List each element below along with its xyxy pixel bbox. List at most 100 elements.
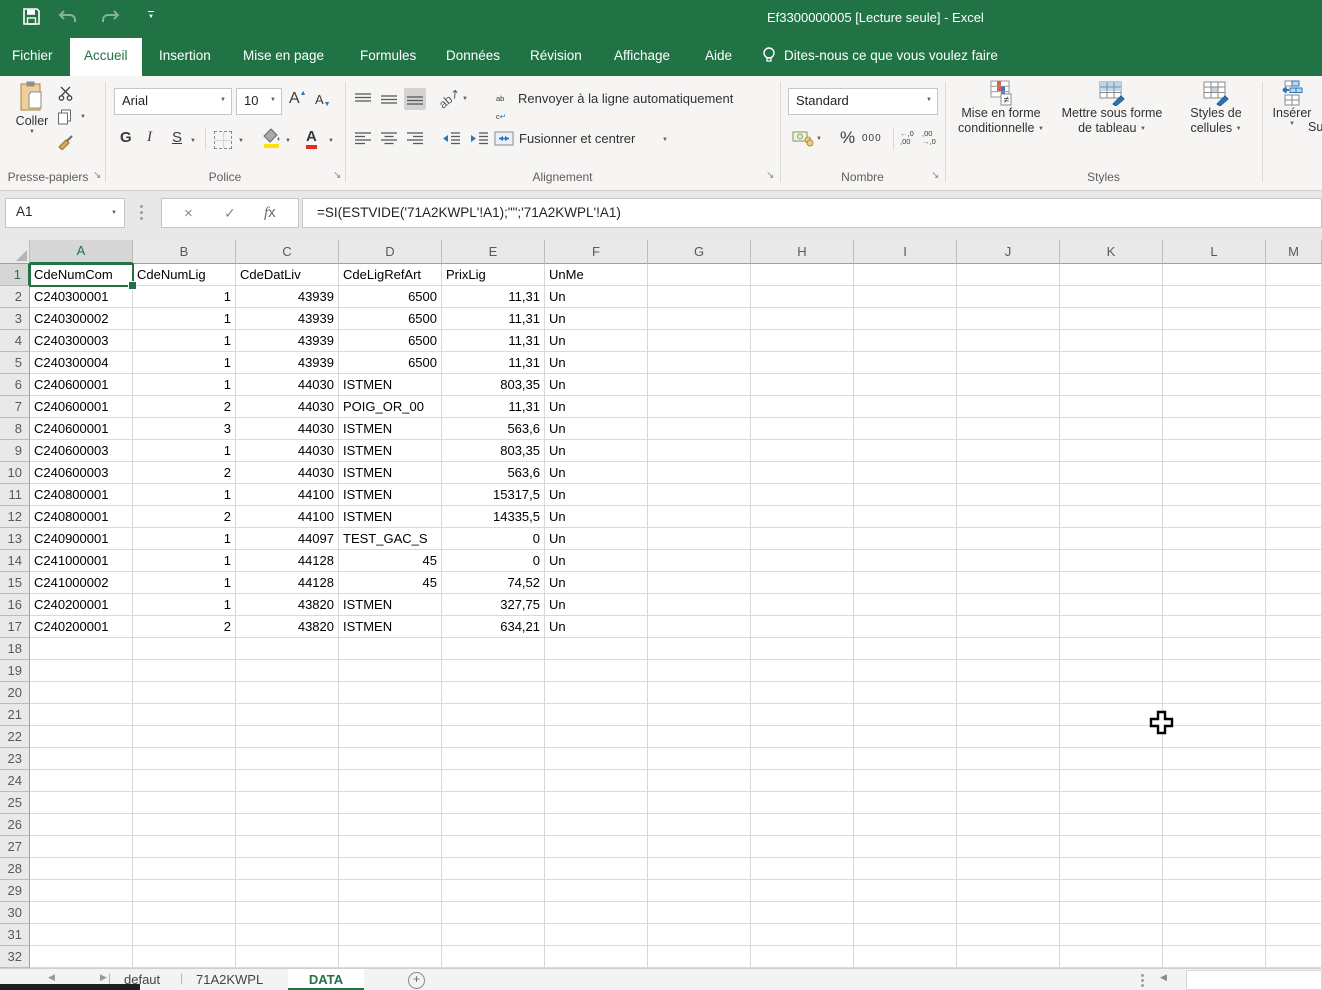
row-header-9[interactable]: 9 bbox=[0, 440, 30, 462]
cell-M12[interactable] bbox=[1266, 506, 1322, 528]
cell-D7[interactable]: POIG_OR_00 bbox=[339, 396, 442, 418]
cell-L10[interactable] bbox=[1163, 462, 1266, 484]
cell-I11[interactable] bbox=[854, 484, 957, 506]
cell-H25[interactable] bbox=[751, 792, 854, 814]
cell-A16[interactable]: C240200001 bbox=[30, 594, 133, 616]
cell-I7[interactable] bbox=[854, 396, 957, 418]
cell-E8[interactable]: 563,6 bbox=[442, 418, 545, 440]
cell-G22[interactable] bbox=[648, 726, 751, 748]
borders-dropdown-icon[interactable]: ▼ bbox=[238, 138, 244, 144]
cell-I19[interactable] bbox=[854, 660, 957, 682]
cell-L24[interactable] bbox=[1163, 770, 1266, 792]
cell-M8[interactable] bbox=[1266, 418, 1322, 440]
row-header-18[interactable]: 18 bbox=[0, 638, 30, 660]
cell-C24[interactable] bbox=[236, 770, 339, 792]
cell-B2[interactable]: 1 bbox=[133, 286, 236, 308]
cell-L31[interactable] bbox=[1163, 924, 1266, 946]
cell-H13[interactable] bbox=[751, 528, 854, 550]
cell-G18[interactable] bbox=[648, 638, 751, 660]
cell-K26[interactable] bbox=[1060, 814, 1163, 836]
cell-E2[interactable]: 11,31 bbox=[442, 286, 545, 308]
cell-J27[interactable] bbox=[957, 836, 1060, 858]
row-header-28[interactable]: 28 bbox=[0, 858, 30, 880]
bold-button[interactable]: G bbox=[120, 129, 132, 146]
cell-M25[interactable] bbox=[1266, 792, 1322, 814]
cell-C21[interactable] bbox=[236, 704, 339, 726]
cell-G20[interactable] bbox=[648, 682, 751, 704]
cell-K19[interactable] bbox=[1060, 660, 1163, 682]
sheet-tab-data[interactable]: DATA bbox=[288, 969, 364, 990]
cell-styles-button[interactable]: Styles de cellules ▼ bbox=[1172, 80, 1260, 137]
cell-E9[interactable]: 803,35 bbox=[442, 440, 545, 462]
cell-D6[interactable]: ISTMEN bbox=[339, 374, 442, 396]
copy-dropdown-icon[interactable]: ▼ bbox=[80, 114, 86, 120]
cell-M31[interactable] bbox=[1266, 924, 1322, 946]
increase-indent-icon[interactable] bbox=[468, 128, 490, 150]
cell-L32[interactable] bbox=[1163, 946, 1266, 968]
cell-A6[interactable]: C240600001 bbox=[30, 374, 133, 396]
cell-F12[interactable]: Un bbox=[545, 506, 648, 528]
cell-D13[interactable]: TEST_GAC_S bbox=[339, 528, 442, 550]
cell-B14[interactable]: 1 bbox=[133, 550, 236, 572]
cell-F24[interactable] bbox=[545, 770, 648, 792]
cell-D18[interactable] bbox=[339, 638, 442, 660]
cell-A28[interactable] bbox=[30, 858, 133, 880]
cell-C25[interactable] bbox=[236, 792, 339, 814]
formula-bar-handle[interactable] bbox=[140, 205, 143, 220]
cell-D1[interactable]: CdeLigRefArt bbox=[339, 264, 442, 286]
cell-E13[interactable]: 0 bbox=[442, 528, 545, 550]
cell-E11[interactable]: 15317,5 bbox=[442, 484, 545, 506]
cell-E14[interactable]: 0 bbox=[442, 550, 545, 572]
cell-I32[interactable] bbox=[854, 946, 957, 968]
cell-K12[interactable] bbox=[1060, 506, 1163, 528]
cell-G10[interactable] bbox=[648, 462, 751, 484]
cell-E27[interactable] bbox=[442, 836, 545, 858]
wrap-text-button[interactable]: Renvoyer à la ligne automatiquement bbox=[518, 91, 733, 106]
cell-F4[interactable]: Un bbox=[545, 330, 648, 352]
cell-F1[interactable]: UnMe bbox=[545, 264, 648, 286]
row-header-30[interactable]: 30 bbox=[0, 902, 30, 924]
cell-I31[interactable] bbox=[854, 924, 957, 946]
cell-L22[interactable] bbox=[1163, 726, 1266, 748]
tab-fichier[interactable]: Fichier bbox=[6, 36, 59, 76]
cell-A21[interactable] bbox=[30, 704, 133, 726]
tab-affichage[interactable]: Affichage bbox=[608, 36, 676, 76]
cell-K28[interactable] bbox=[1060, 858, 1163, 880]
cell-D31[interactable] bbox=[339, 924, 442, 946]
cell-A14[interactable]: C241000001 bbox=[30, 550, 133, 572]
row-header-16[interactable]: 16 bbox=[0, 594, 30, 616]
row-header-26[interactable]: 26 bbox=[0, 814, 30, 836]
cell-H18[interactable] bbox=[751, 638, 854, 660]
cell-L4[interactable] bbox=[1163, 330, 1266, 352]
cell-C17[interactable]: 43820 bbox=[236, 616, 339, 638]
cell-D9[interactable]: ISTMEN bbox=[339, 440, 442, 462]
cell-D21[interactable] bbox=[339, 704, 442, 726]
tab-mise-en-page[interactable]: Mise en page bbox=[237, 36, 330, 76]
cell-L14[interactable] bbox=[1163, 550, 1266, 572]
cell-C15[interactable]: 44128 bbox=[236, 572, 339, 594]
cell-J4[interactable] bbox=[957, 330, 1060, 352]
cell-C12[interactable]: 44100 bbox=[236, 506, 339, 528]
cell-I8[interactable] bbox=[854, 418, 957, 440]
cell-E12[interactable]: 14335,5 bbox=[442, 506, 545, 528]
cell-F8[interactable]: Un bbox=[545, 418, 648, 440]
cell-H1[interactable] bbox=[751, 264, 854, 286]
cell-B1[interactable]: CdeNumLig bbox=[133, 264, 236, 286]
select-all-button[interactable] bbox=[0, 240, 30, 264]
cell-L30[interactable] bbox=[1163, 902, 1266, 924]
cell-D22[interactable] bbox=[339, 726, 442, 748]
cell-L13[interactable] bbox=[1163, 528, 1266, 550]
fill-handle[interactable] bbox=[128, 281, 137, 290]
cell-J25[interactable] bbox=[957, 792, 1060, 814]
cell-G4[interactable] bbox=[648, 330, 751, 352]
cell-L9[interactable] bbox=[1163, 440, 1266, 462]
cell-I5[interactable] bbox=[854, 352, 957, 374]
cell-A18[interactable] bbox=[30, 638, 133, 660]
cell-F30[interactable] bbox=[545, 902, 648, 924]
sheet-tab-71a2kwpl[interactable]: 71A2KWPL bbox=[186, 969, 273, 990]
currency-dropdown-icon[interactable]: ▼ bbox=[816, 136, 822, 142]
cell-J23[interactable] bbox=[957, 748, 1060, 770]
cell-H26[interactable] bbox=[751, 814, 854, 836]
cell-F20[interactable] bbox=[545, 682, 648, 704]
cell-C13[interactable]: 44097 bbox=[236, 528, 339, 550]
